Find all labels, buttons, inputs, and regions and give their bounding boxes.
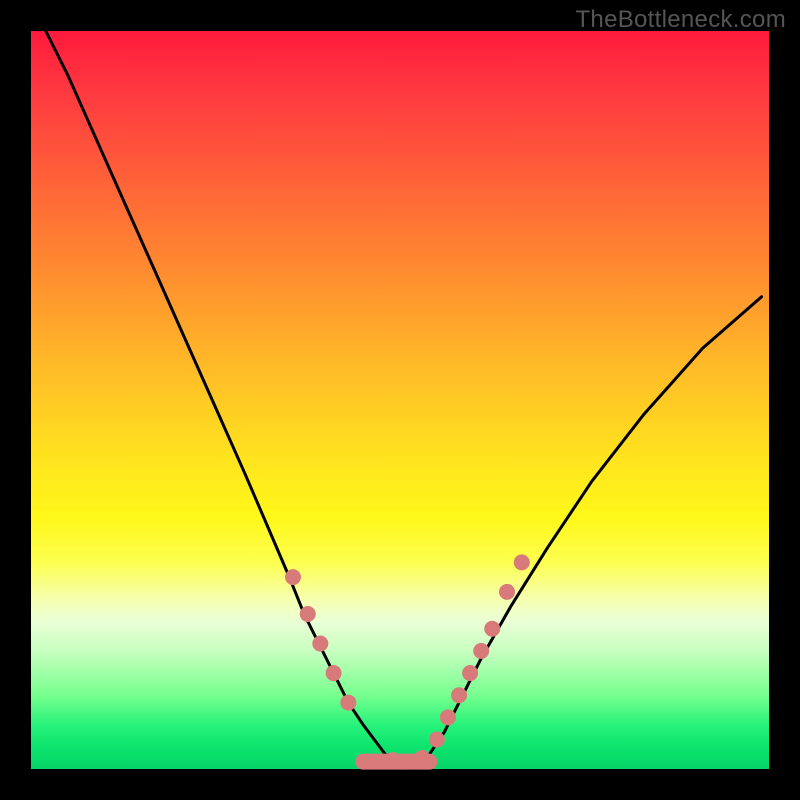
curve-markers — [285, 554, 530, 769]
plot-area — [31, 31, 769, 769]
bottleneck-curve — [46, 31, 762, 762]
chart-svg — [31, 31, 769, 769]
watermark-text: TheBottleneck.com — [575, 6, 786, 34]
outer-frame: TheBottleneck.com — [0, 0, 800, 800]
